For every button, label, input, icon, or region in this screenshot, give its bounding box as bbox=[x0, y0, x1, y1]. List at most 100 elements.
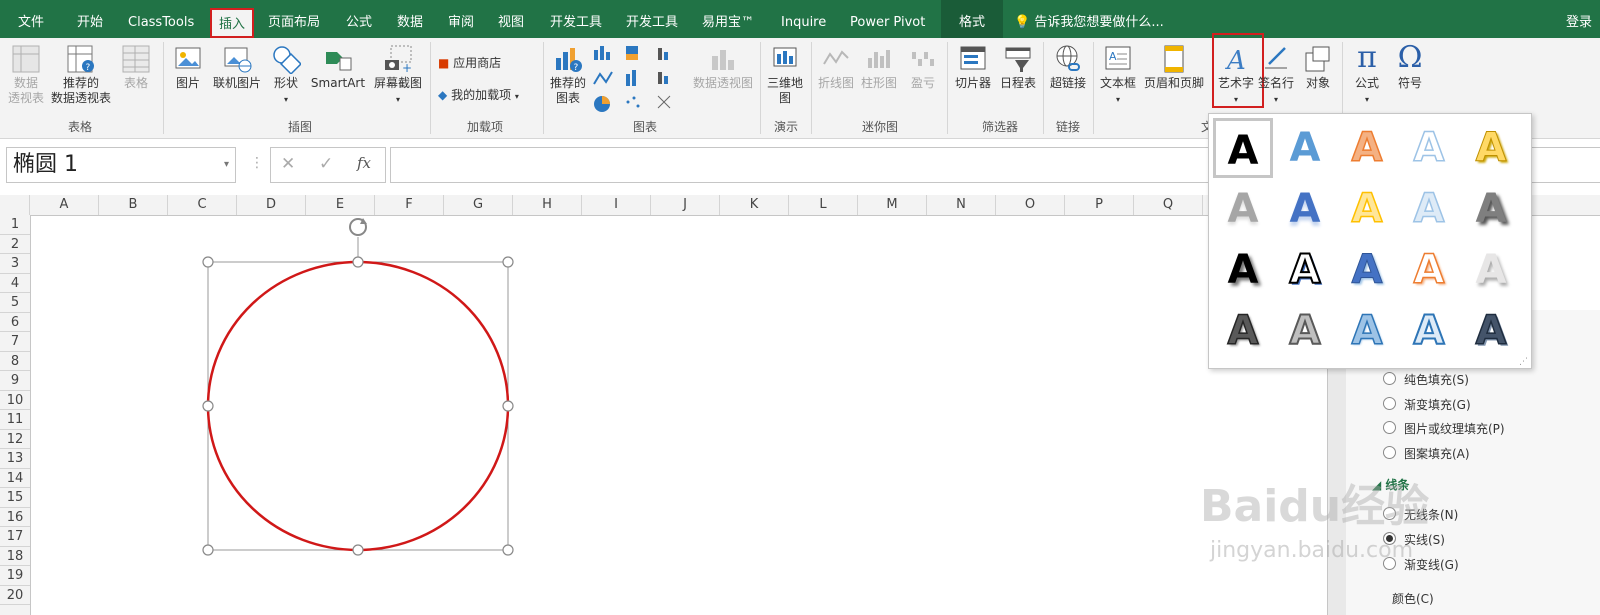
wordart-style-tile[interactable]: A bbox=[1337, 240, 1397, 300]
rotate-handle-icon[interactable] bbox=[349, 218, 367, 236]
menu-insert[interactable]: 插入 bbox=[210, 8, 255, 38]
hyperlink-button[interactable]: 超链接 bbox=[1046, 44, 1090, 91]
resize-handle[interactable] bbox=[352, 256, 364, 268]
pivot-table-button[interactable]: 数据 透视表 bbox=[4, 44, 48, 106]
row-header[interactable]: 4 bbox=[0, 274, 30, 293]
wordart-style-tile[interactable]: A bbox=[1461, 240, 1521, 300]
radio-icon[interactable] bbox=[1383, 446, 1396, 459]
column-header[interactable]: M bbox=[858, 195, 927, 215]
row-header[interactable]: 12 bbox=[0, 430, 30, 449]
slicer-button[interactable]: 切片器 bbox=[951, 44, 995, 91]
shapes-button[interactable]: 形状 ▾ bbox=[267, 44, 305, 107]
row-header[interactable]: 5 bbox=[0, 293, 30, 313]
pivot-chart-button[interactable]: 数据透视图 bbox=[690, 44, 756, 91]
recommended-pivot-button[interactable]: ? 推荐的 数据透视表 bbox=[47, 44, 115, 106]
row-header[interactable]: 13 bbox=[0, 449, 30, 469]
gradient-fill-option[interactable]: 渐变填充(G) bbox=[1383, 396, 1471, 413]
my-addins-button[interactable]: ◆ 我的加载项 ▾ bbox=[438, 86, 519, 103]
wordart-style-tile[interactable]: A bbox=[1213, 240, 1273, 300]
resize-handle[interactable] bbox=[502, 544, 514, 556]
header-footer-button[interactable]: 页眉和页脚 bbox=[1140, 44, 1208, 91]
menu-home[interactable]: 开始 bbox=[77, 0, 103, 38]
chevron-down-icon[interactable]: ▾ bbox=[224, 148, 229, 182]
row-header[interactable]: 7 bbox=[0, 332, 30, 352]
wordart-style-tile[interactable]: A bbox=[1275, 179, 1335, 239]
column-header[interactable]: E bbox=[306, 195, 375, 215]
ellipse-shape[interactable] bbox=[195, 215, 525, 565]
wordart-style-tile[interactable]: A bbox=[1399, 240, 1459, 300]
wordart-style-tile[interactable]: A bbox=[1461, 118, 1521, 178]
radio-icon[interactable] bbox=[1383, 421, 1396, 434]
menu-classtools[interactable]: ClassTools bbox=[128, 0, 194, 38]
signature-line-button[interactable]: 签名行 ▾ bbox=[1256, 44, 1296, 107]
row-header[interactable]: 10 bbox=[0, 391, 30, 410]
symbol-button[interactable]: Ω 符号 bbox=[1390, 40, 1430, 91]
textbox-button[interactable]: A 文本框 ▾ bbox=[1096, 44, 1140, 107]
wordart-style-tile[interactable]: A bbox=[1399, 179, 1459, 239]
wordart-style-tile[interactable]: A bbox=[1213, 301, 1273, 361]
table-button[interactable]: 表格 bbox=[116, 44, 156, 91]
column-header[interactable]: D bbox=[237, 195, 306, 215]
resize-handle[interactable] bbox=[202, 544, 214, 556]
column-header[interactable]: A bbox=[30, 195, 99, 215]
row-header[interactable]: 3 bbox=[0, 254, 30, 274]
wordart-style-tile[interactable]: A bbox=[1337, 118, 1397, 178]
column-header[interactable]: H bbox=[513, 195, 582, 215]
online-picture-button[interactable]: 联机图片 bbox=[209, 44, 265, 91]
column-header[interactable]: P bbox=[1065, 195, 1134, 215]
radio-icon[interactable] bbox=[1383, 372, 1396, 385]
menu-formulas[interactable]: 公式 bbox=[346, 0, 372, 38]
column-header[interactable]: K bbox=[720, 195, 789, 215]
menu-yiyongbao[interactable]: 易用宝™ bbox=[702, 0, 754, 38]
row-header[interactable]: 15 bbox=[0, 488, 30, 508]
insert-function-icon[interactable]: fx bbox=[357, 154, 371, 172]
column-header[interactable]: L bbox=[789, 195, 858, 215]
row-header[interactable]: 2 bbox=[0, 235, 30, 254]
column-header[interactable]: J bbox=[651, 195, 720, 215]
row-header[interactable]: 14 bbox=[0, 469, 30, 488]
wordart-style-tile[interactable]: A bbox=[1213, 118, 1273, 178]
column-header[interactable]: N bbox=[927, 195, 996, 215]
sparkline-column-button[interactable]: 柱形图 bbox=[858, 44, 900, 91]
select-all-corner[interactable] bbox=[0, 195, 30, 215]
wordart-style-tile[interactable]: A bbox=[1461, 179, 1521, 239]
row-header[interactable]: 6 bbox=[0, 313, 30, 332]
column-header[interactable]: G bbox=[444, 195, 513, 215]
row-header[interactable]: 8 bbox=[0, 352, 30, 371]
resize-handle[interactable] bbox=[202, 256, 214, 268]
menu-inquire[interactable]: Inquire bbox=[781, 0, 826, 38]
wordart-style-tile[interactable]: A bbox=[1275, 301, 1335, 361]
radio-icon[interactable] bbox=[1383, 397, 1396, 410]
row-header[interactable]: 18 bbox=[0, 547, 30, 566]
menu-view[interactable]: 视图 bbox=[498, 0, 524, 38]
menu-review[interactable]: 审阅 bbox=[448, 0, 474, 38]
sparkline-line-button[interactable]: 折线图 bbox=[815, 44, 857, 91]
wordart-style-tile[interactable]: A bbox=[1461, 301, 1521, 361]
pattern-fill-option[interactable]: 图案填充(A) bbox=[1383, 445, 1470, 462]
column-header[interactable]: F bbox=[375, 195, 444, 215]
menu-data[interactable]: 数据 bbox=[397, 0, 423, 38]
menu-developer-1[interactable]: 开发工具 bbox=[550, 0, 602, 38]
row-header[interactable]: 19 bbox=[0, 566, 30, 586]
wordart-style-tile[interactable]: A bbox=[1399, 301, 1459, 361]
name-box[interactable]: 椭圆 1 ▾ bbox=[6, 147, 236, 183]
column-header[interactable]: O bbox=[996, 195, 1065, 215]
recommended-charts-button[interactable]: ? 推荐的 图表 bbox=[546, 44, 590, 106]
wordart-style-tile[interactable]: A bbox=[1337, 301, 1397, 361]
solid-fill-option[interactable]: 纯色填充(S) bbox=[1383, 371, 1469, 388]
chart-types-icon[interactable] bbox=[592, 44, 692, 114]
column-header[interactable]: I bbox=[582, 195, 651, 215]
smartart-button[interactable]: SmartArt bbox=[308, 44, 368, 91]
resize-grip-icon[interactable]: ⋰ bbox=[1519, 357, 1528, 367]
menu-page-layout[interactable]: 页面布局 bbox=[268, 0, 320, 38]
wordart-style-tile[interactable]: A bbox=[1275, 240, 1335, 300]
3d-map-button[interactable]: 三维地 图 bbox=[763, 44, 807, 106]
menu-developer-2[interactable]: 开发工具 bbox=[626, 0, 678, 38]
resize-handle[interactable] bbox=[352, 544, 364, 556]
enter-icon[interactable]: ✓ bbox=[319, 154, 333, 174]
row-header[interactable]: 1 bbox=[0, 215, 30, 235]
resize-handle[interactable] bbox=[202, 400, 214, 412]
wordart-style-tile[interactable]: A bbox=[1337, 179, 1397, 239]
picture-fill-option[interactable]: 图片或纹理填充(P) bbox=[1383, 420, 1505, 437]
column-header[interactable]: Q bbox=[1134, 195, 1203, 215]
